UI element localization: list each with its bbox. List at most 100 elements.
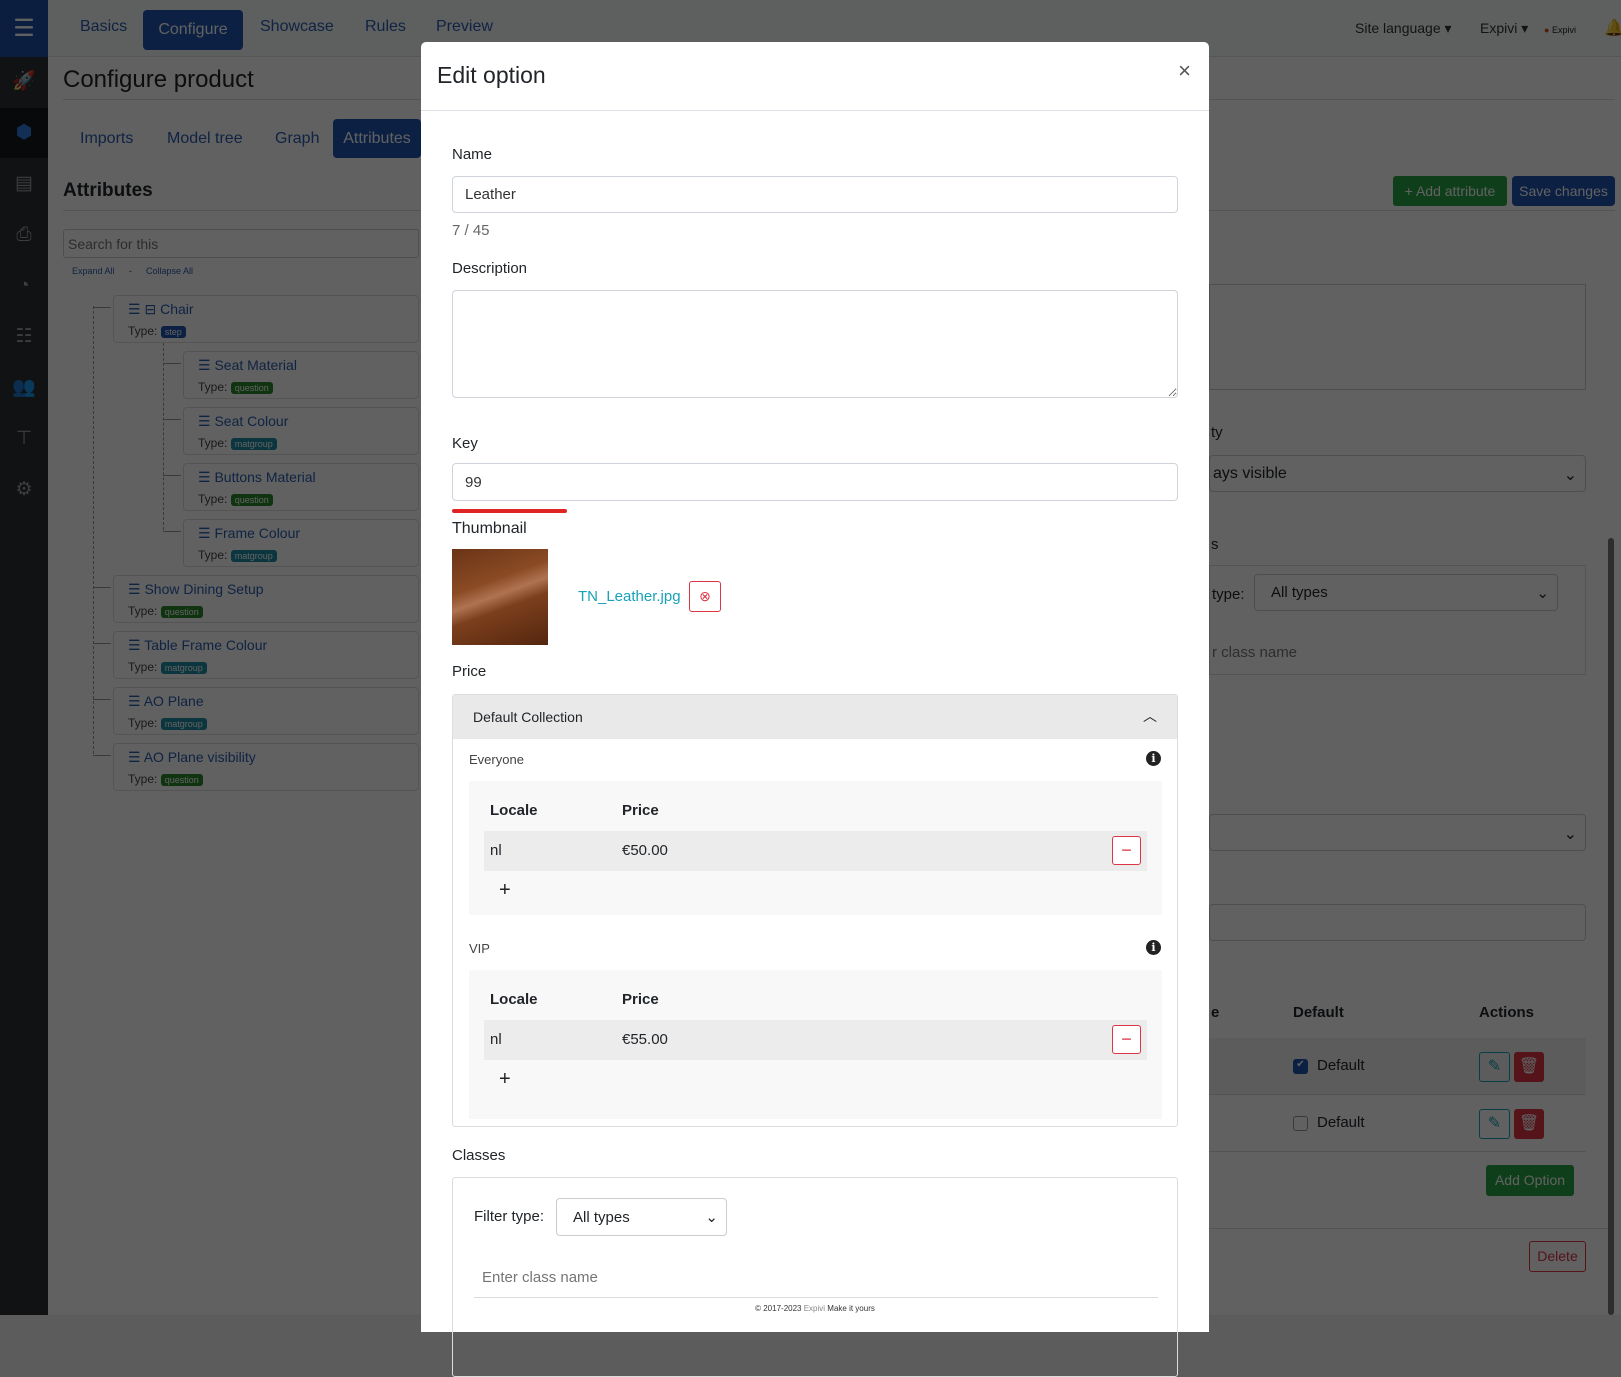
tree-node-title[interactable]: ☰ Frame Colour — [198, 525, 300, 542]
collapse-icon[interactable]: ⊟ — [144, 301, 156, 317]
edit-icon[interactable]: ✎ — [1479, 1109, 1510, 1139]
default-checkbox[interactable] — [1293, 1116, 1308, 1131]
class-name-input[interactable] — [474, 1258, 1158, 1298]
description-textarea[interactable] — [452, 290, 1178, 398]
tree-node-title[interactable]: ☰ Seat Colour — [198, 413, 288, 430]
type-badge: matgroup — [160, 717, 207, 730]
add-option-button[interactable]: Add Option — [1486, 1165, 1574, 1196]
col-price: Price — [622, 991, 659, 1008]
subtab-model-tree[interactable]: Model tree — [167, 130, 243, 148]
visibility-select[interactable]: ays visible ⌄ — [1209, 455, 1586, 492]
expand-all-link[interactable]: Expand All — [72, 266, 115, 276]
tree-node-title[interactable]: ☰ Buttons Material — [198, 469, 316, 486]
name-input[interactable] — [452, 176, 1178, 213]
bell-icon[interactable]: 🔔 — [1604, 18, 1621, 38]
trash-icon[interactable]: 🗑 — [1514, 1052, 1544, 1082]
tab-configure[interactable]: Configure — [143, 10, 243, 50]
tree-node[interactable]: ☰ Seat Material Type: question — [183, 351, 419, 399]
user-label: Expivi — [1480, 20, 1518, 36]
tree-node-title[interactable]: ☰ Show Dining Setup — [128, 581, 264, 598]
tab-showcase[interactable]: Showcase — [260, 18, 334, 36]
tree-node-title[interactable]: ☰ AO Plane visibility — [128, 749, 256, 766]
drag-handle-icon[interactable]: ☰ — [198, 525, 211, 541]
delete-button[interactable]: Delete — [1529, 1241, 1586, 1272]
drag-handle-icon[interactable]: ☰ — [128, 749, 141, 765]
price-row: nl €55.00 − — [484, 1020, 1147, 1060]
info-icon[interactable]: i — [1146, 940, 1161, 955]
add-price-icon[interactable]: + — [499, 1068, 511, 1091]
tree-node-title[interactable]: ☰ Seat Material — [198, 357, 297, 374]
filter-type-select[interactable]: All types ⌄ — [556, 1198, 727, 1236]
scrollbar[interactable] — [1608, 538, 1614, 1315]
site-language-dropdown[interactable]: Site language ▾ — [1355, 20, 1452, 37]
name-label: Name — [452, 146, 493, 163]
trash-icon[interactable]: 🗑 — [1514, 1109, 1544, 1139]
drag-handle-icon[interactable]: ☰ — [198, 413, 211, 429]
tree-node[interactable]: ☰ Show Dining Setup Type: question — [113, 575, 419, 623]
price-value[interactable]: €50.00 — [622, 842, 668, 859]
filter-type-select[interactable]: All types ⌄ — [1254, 574, 1558, 611]
tree-node[interactable]: ☰ AO Plane visibility Type: question — [113, 743, 419, 791]
remove-price-icon[interactable]: − — [1112, 836, 1141, 865]
drag-handle-icon[interactable]: ☰ — [128, 693, 141, 709]
chevron-up-icon[interactable]: ︿ — [1143, 706, 1157, 726]
print-icon[interactable]: ⎙ — [0, 210, 48, 260]
tree-node[interactable]: ☰ Table Frame Colour Type: matgroup — [113, 631, 419, 679]
footer: © 2017-2023 Expivi Make it yours — [755, 1304, 875, 1313]
drag-handle-icon[interactable]: ☰ — [198, 357, 211, 373]
checklist-icon[interactable]: ☷ — [0, 312, 48, 362]
tree-node[interactable]: ☰ Buttons Material Type: question — [183, 463, 419, 511]
tab-preview[interactable]: Preview — [436, 18, 493, 36]
user-dropdown[interactable]: Expivi ▾ — [1480, 20, 1528, 37]
close-icon[interactable]: × — [1178, 58, 1191, 84]
thumbnail-file-link[interactable]: TN_Leather.jpg — [578, 588, 681, 605]
edit-icon[interactable]: ✎ — [1479, 1052, 1510, 1082]
tree-node[interactable]: ☰ ⊟ Chair Type: step — [113, 295, 419, 343]
add-attribute-button[interactable]: + Add attribute — [1393, 176, 1507, 206]
pie-chart-icon[interactable]: ◔ — [0, 261, 48, 311]
tree-node[interactable]: ☰ AO Plane Type: matgroup — [113, 687, 419, 735]
subtab-imports[interactable]: Imports — [80, 130, 133, 148]
description-textarea-bg[interactable] — [1209, 284, 1586, 390]
col-locale: Locale — [490, 991, 538, 1008]
tree-node-title[interactable]: ☰ Table Frame Colour — [128, 637, 267, 654]
tree-node[interactable]: ☰ Seat Colour Type: matgroup — [183, 407, 419, 455]
rocket-icon[interactable]: 🚀 — [0, 57, 48, 107]
remove-thumbnail-icon[interactable]: ⊗ — [689, 581, 721, 612]
tree-node[interactable]: ☰ Frame Colour Type: matgroup — [183, 519, 419, 567]
add-price-icon[interactable]: + — [499, 879, 511, 902]
drag-handle-icon[interactable]: ☰ — [128, 637, 141, 653]
tree-node-title[interactable]: ☰ ⊟ Chair — [128, 301, 194, 318]
divider — [1209, 1228, 1611, 1229]
tab-rules[interactable]: Rules — [365, 18, 406, 36]
subtab-attributes[interactable]: Attributes — [333, 119, 421, 158]
subtab-graph[interactable]: Graph — [275, 130, 319, 148]
separator: - — [129, 266, 132, 276]
price-value[interactable]: €55.00 — [622, 1031, 668, 1048]
modal-title: Edit option — [437, 62, 546, 88]
info-icon[interactable]: i — [1146, 751, 1161, 766]
attribute-search-input[interactable] — [63, 229, 419, 258]
tree-node-title[interactable]: ☰ AO Plane — [128, 693, 204, 710]
cube-icon[interactable]: ⬢ — [0, 108, 48, 158]
default-checkbox[interactable]: ✔ — [1293, 1059, 1308, 1074]
footer-brand-link[interactable]: Expivi — [804, 1304, 825, 1313]
tab-basics[interactable]: Basics — [80, 18, 127, 36]
collapse-all-link[interactable]: Collapse All — [146, 266, 193, 276]
save-changes-button[interactable]: Save changes — [1512, 176, 1615, 206]
type-badge: step — [160, 325, 186, 338]
drag-handle-icon[interactable]: ☰ — [128, 301, 141, 317]
drag-handle-icon[interactable]: ☰ — [128, 581, 141, 597]
sitemap-icon[interactable]: ⊤ — [0, 414, 48, 464]
select[interactable]: ⌄ — [1209, 814, 1586, 851]
remove-price-icon[interactable]: − — [1112, 1025, 1141, 1054]
list-icon[interactable]: ▤ — [0, 159, 48, 209]
drag-handle-icon[interactable]: ☰ — [198, 469, 211, 485]
menu-icon[interactable]: ☰ — [0, 0, 48, 57]
collection-header[interactable]: Default Collection ︿ — [453, 695, 1177, 739]
users-icon[interactable]: 👥 — [0, 363, 48, 413]
settings-icon[interactable]: ⚙ — [0, 465, 48, 515]
key-input[interactable] — [452, 463, 1178, 501]
input[interactable] — [1209, 904, 1586, 941]
class-name-input[interactable]: r class name — [1212, 644, 1297, 661]
